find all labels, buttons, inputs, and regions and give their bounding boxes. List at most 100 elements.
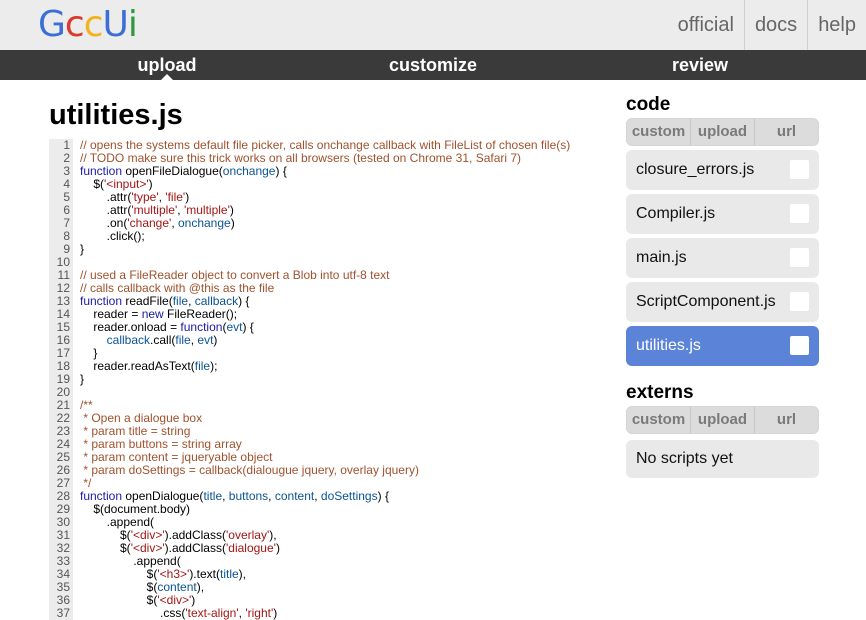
code-token: }	[80, 346, 98, 360]
logo-letter: U	[102, 4, 129, 45]
code-custom-tab[interactable]: custom	[627, 119, 690, 145]
file-checkbox[interactable]	[790, 204, 809, 223]
code-token: $(	[80, 580, 158, 594]
file-item[interactable]: Compiler.js	[626, 194, 819, 234]
code-token: .attr(	[80, 190, 132, 204]
code-token: ).addClass(	[164, 541, 226, 555]
externs-url-tab[interactable]: url	[754, 407, 818, 433]
code-token: FileReader();	[163, 307, 238, 321]
code-text: }	[80, 243, 84, 256]
code-token: )	[148, 177, 153, 191]
code-token: $(document.body)	[80, 502, 191, 516]
code-token: }	[80, 372, 85, 386]
code-token: .append(	[80, 515, 155, 529]
file-name: ScriptComponent.js	[636, 293, 776, 310]
code-token: 'overlay'	[225, 528, 270, 542]
file-item[interactable]: main.js	[626, 238, 819, 278]
code-token: // calls callback with @this as the file	[80, 281, 275, 295]
code-token: ,	[222, 489, 229, 503]
logo-letter: G	[38, 4, 66, 45]
code-line: 37 .css('text-align', 'right')	[49, 607, 624, 620]
code-url-tab[interactable]: url	[754, 119, 818, 145]
code-token: ),	[238, 567, 247, 581]
code-token: }	[80, 242, 85, 256]
line-number: 37	[49, 607, 73, 620]
file-item[interactable]: ScriptComponent.js	[626, 282, 819, 322]
code-token: // used a FileReader object to convert a…	[80, 268, 390, 282]
app-logo[interactable]: GccUi	[38, 4, 138, 46]
tab-review[interactable]: review	[600, 50, 800, 80]
code-line: 26 * param doSettings = callback(dialoug…	[49, 464, 624, 477]
code-token: /**	[80, 398, 93, 412]
file-checkbox[interactable]	[790, 248, 809, 267]
code-token: $(	[80, 528, 131, 542]
code-token: reader.readAsText(	[80, 359, 195, 373]
nav-official-link[interactable]: official	[668, 0, 744, 50]
code-token: openFileDialogue(	[122, 164, 223, 178]
code-token: 'file'	[165, 190, 186, 204]
code-token: '<h3>'	[157, 567, 190, 581]
code-token: .css(	[80, 606, 186, 620]
nav-help-link[interactable]: help	[807, 0, 866, 50]
code-text: .click();	[80, 230, 145, 243]
code-token: ),	[196, 580, 205, 594]
code-token: * param doSettings = callback(dialougue …	[80, 463, 419, 477]
code-token: ) {	[377, 489, 389, 503]
code-token: $(	[80, 567, 158, 581]
externs-source-tabs: custom upload url	[626, 406, 819, 434]
code-line: 19}	[49, 373, 624, 386]
code-token: */	[80, 476, 92, 490]
externs-empty-message: No scripts yet	[626, 440, 819, 478]
code-token: title	[219, 567, 239, 581]
code-token: ,	[171, 216, 178, 230]
code-token: doSettings	[320, 489, 378, 503]
file-checkbox[interactable]	[790, 336, 809, 355]
file-item[interactable]: utilities.js	[626, 326, 819, 366]
code-token: '<div>'	[130, 528, 165, 542]
nav-docs-link[interactable]: docs	[743, 0, 807, 50]
code-token: function	[80, 489, 123, 503]
code-token: )	[273, 606, 278, 620]
code-token: file	[175, 333, 191, 347]
code-line: 16 callback.call(file, evt)	[49, 334, 624, 347]
code-token: openDialogue(	[122, 489, 204, 503]
externs-custom-tab[interactable]: custom	[627, 407, 690, 433]
file-item[interactable]: closure_errors.js	[626, 150, 819, 190]
code-upload-tab[interactable]: upload	[690, 119, 754, 145]
file-checkbox[interactable]	[790, 160, 809, 179]
code-token: ) {	[275, 164, 287, 178]
active-tab-indicator	[161, 74, 173, 80]
code-token: .click();	[80, 229, 145, 243]
code-token: reader.onload =	[80, 320, 181, 334]
code-token: onchange	[222, 164, 276, 178]
code-file-list: closure_errors.js Compiler.js main.js Scrip…	[626, 150, 819, 366]
code-token: function	[80, 164, 123, 178]
code-token: 'multiple'	[131, 203, 178, 217]
code-text: reader.readAsText(file);	[80, 360, 217, 373]
code-token: function	[180, 320, 223, 334]
code-token: ) {	[238, 294, 250, 308]
code-token: .append(	[80, 554, 181, 568]
code-token: * param buttons = string array	[80, 437, 242, 451]
file-title: utilities.js	[49, 99, 183, 131]
code-text: * param doSettings = callback(dialougue …	[80, 464, 419, 477]
code-viewer[interactable]: 1// opens the systems default file picke…	[49, 139, 624, 620]
code-token: // TODO make sure this trick works on al…	[80, 151, 522, 165]
tab-customize[interactable]: customize	[333, 50, 533, 80]
file-name: Compiler.js	[636, 205, 716, 222]
file-name: utilities.js	[636, 337, 701, 354]
code-token: 'right'	[245, 606, 274, 620]
externs-upload-tab[interactable]: upload	[690, 407, 754, 433]
code-text: .css('text-align', 'right')	[80, 607, 277, 620]
code-text: }	[80, 373, 84, 386]
file-name: main.js	[636, 249, 687, 266]
code-token: )	[213, 333, 218, 347]
code-token: .call(	[150, 333, 176, 347]
file-checkbox[interactable]	[790, 292, 809, 311]
code-token: '<input>'	[104, 177, 149, 191]
code-token: .attr(	[80, 203, 132, 217]
code-token: * param title = string	[80, 424, 191, 438]
step-tab-bar: upload customize review	[0, 50, 866, 80]
code-token: reader =	[80, 307, 142, 321]
code-token: content	[157, 580, 197, 594]
